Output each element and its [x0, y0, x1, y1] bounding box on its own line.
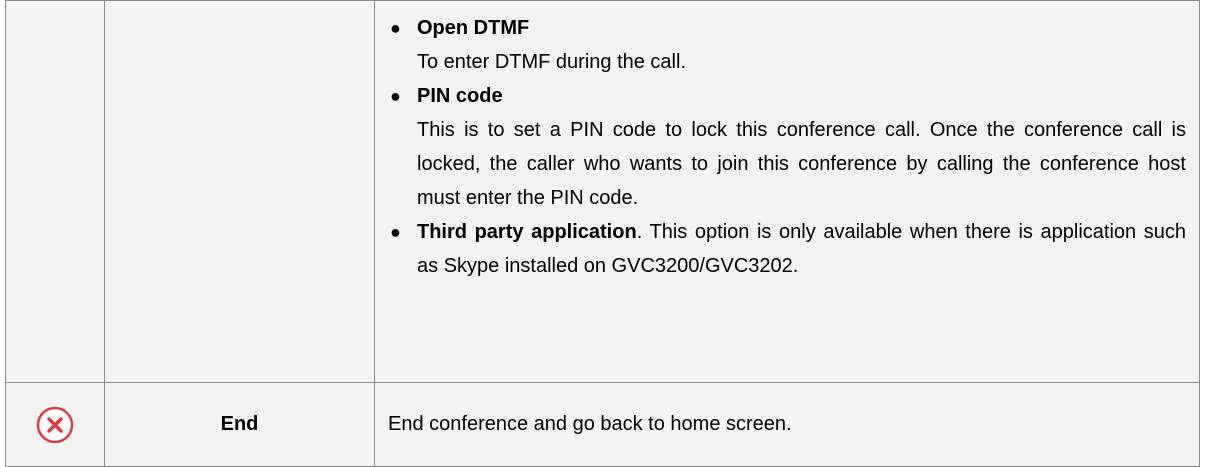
icon-cell: [5, 382, 105, 467]
end-label: End: [104, 382, 375, 467]
bullet-icon: ●: [390, 18, 401, 38]
option-separator: .: [636, 221, 650, 243]
bullet-icon: ●: [390, 222, 401, 242]
options-list: ● Open DTMF To enter DTMF during the cal…: [375, 1, 1199, 283]
table-row-options: ● Open DTMF To enter DTMF during the cal…: [5, 0, 1200, 383]
list-item-open-dtmf: ● Open DTMF To enter DTMF during the cal…: [390, 11, 1186, 79]
list-item-pin-code: ● PIN code This is to set a PIN code to …: [390, 79, 1186, 215]
feature-table: ● Open DTMF To enter DTMF during the cal…: [5, 0, 1200, 467]
list-item-third-party-app: ● Third party application. This option i…: [390, 215, 1186, 283]
option-title: Open DTMF: [417, 17, 530, 39]
end-description: End conference and go back to home scree…: [374, 382, 1200, 467]
option-title: Third party application: [417, 221, 637, 243]
option-text: This is to set a PIN code to lock this c…: [417, 119, 1186, 209]
close-circle-icon[interactable]: [35, 405, 75, 445]
description-cell: ● Open DTMF To enter DTMF during the cal…: [374, 0, 1200, 383]
table-row-end: End End conference and go back to home s…: [5, 382, 1200, 467]
bullet-icon: ●: [390, 86, 401, 106]
option-text: To enter DTMF during the call.: [417, 51, 686, 73]
name-cell-empty: [104, 0, 375, 383]
icon-cell-empty: [5, 0, 105, 383]
option-title: PIN code: [417, 85, 503, 107]
